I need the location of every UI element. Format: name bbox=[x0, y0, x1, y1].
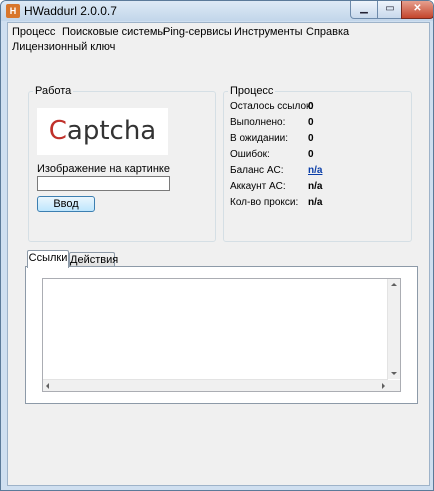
links-textarea[interactable] bbox=[42, 278, 401, 392]
minimize-button[interactable]: ▁ bbox=[350, 1, 378, 19]
captcha-input-label: Изображение на картинке bbox=[37, 163, 170, 175]
captcha-rest: aptcha bbox=[66, 116, 157, 146]
app-icon: H bbox=[6, 4, 20, 18]
stat-row-pending: В ожидании: 0 bbox=[230, 132, 410, 146]
menu-ping-services[interactable]: Ping-сервисы bbox=[163, 25, 232, 39]
stat-row-completed: Выполнено: 0 bbox=[230, 116, 410, 130]
stat-value: n/a bbox=[308, 181, 323, 192]
captcha-first-letter: C bbox=[48, 116, 67, 146]
stat-label: Выполнено: bbox=[230, 117, 286, 128]
stat-value: n/a bbox=[308, 197, 323, 208]
menu-license-key[interactable]: Лицензионный ключ bbox=[12, 40, 115, 54]
scroll-corner bbox=[388, 380, 400, 391]
window-title: HWaddurl 2.0.0.7 bbox=[24, 4, 117, 18]
vertical-scrollbar[interactable] bbox=[387, 279, 400, 379]
work-group-title: Работа bbox=[33, 84, 74, 98]
menu-bar: Процесс Поисковые системы Ping-сервисы И… bbox=[8, 23, 429, 55]
stat-label: Баланс AC: bbox=[230, 165, 284, 176]
scroll-down-icon[interactable] bbox=[391, 372, 397, 375]
stat-label: В ожидании: bbox=[230, 133, 289, 144]
submit-captcha-button[interactable]: Ввод bbox=[37, 196, 95, 212]
scroll-right-icon[interactable] bbox=[382, 383, 385, 389]
stat-row-errors: Ошибок: 0 bbox=[230, 148, 410, 162]
stat-label: Ошибок: bbox=[230, 149, 270, 160]
work-group: Работа Captcha Изображение на картинке В… bbox=[28, 84, 216, 242]
stat-label: Аккаунт AC: bbox=[230, 181, 286, 192]
stat-value: 0 bbox=[308, 133, 314, 144]
links-tab-panel bbox=[25, 266, 418, 404]
menu-help[interactable]: Справка bbox=[306, 25, 349, 39]
title-bar[interactable]: H HWaddurl 2.0.0.7 ▁ ▭ ✕ bbox=[1, 1, 433, 21]
stat-row-proxy-count: Кол-во прокси: n/a bbox=[230, 196, 410, 210]
client-area: Процесс Поисковые системы Ping-сервисы И… bbox=[7, 22, 430, 486]
stat-value: 0 bbox=[308, 101, 314, 112]
maximize-button[interactable]: ▭ bbox=[377, 1, 403, 19]
scroll-up-icon[interactable] bbox=[391, 283, 397, 286]
stat-row-ac-account: Аккаунт AC: n/a bbox=[230, 180, 410, 194]
stat-row-ac-balance: Баланс AC: n/a bbox=[230, 164, 410, 178]
stat-label: Кол-во прокси: bbox=[230, 197, 299, 208]
ac-balance-link[interactable]: n/a bbox=[308, 164, 322, 178]
stat-label: Осталось ссылок: bbox=[230, 101, 314, 112]
menu-tools[interactable]: Инструменты bbox=[234, 25, 303, 39]
stat-value: 0 bbox=[308, 117, 314, 128]
menu-process[interactable]: Процесс bbox=[12, 25, 55, 39]
close-button[interactable]: ✕ bbox=[401, 1, 433, 19]
app-window: H HWaddurl 2.0.0.7 ▁ ▭ ✕ Процесс Поисков… bbox=[0, 0, 434, 491]
menu-search-engines[interactable]: Поисковые системы bbox=[62, 25, 165, 39]
captcha-input[interactable] bbox=[37, 176, 170, 191]
scroll-left-icon[interactable] bbox=[46, 383, 49, 389]
captcha-image: Captcha bbox=[37, 108, 168, 155]
process-group-title: Процесс bbox=[228, 84, 276, 98]
stat-value: 0 bbox=[308, 149, 314, 160]
process-group: Процесс Осталось ссылок: 0 Выполнено: 0 … bbox=[223, 84, 412, 242]
horizontal-scrollbar[interactable] bbox=[43, 379, 388, 391]
stat-row-remaining: Осталось ссылок: 0 bbox=[230, 100, 410, 114]
tab-links[interactable]: Ссылки bbox=[27, 250, 69, 268]
